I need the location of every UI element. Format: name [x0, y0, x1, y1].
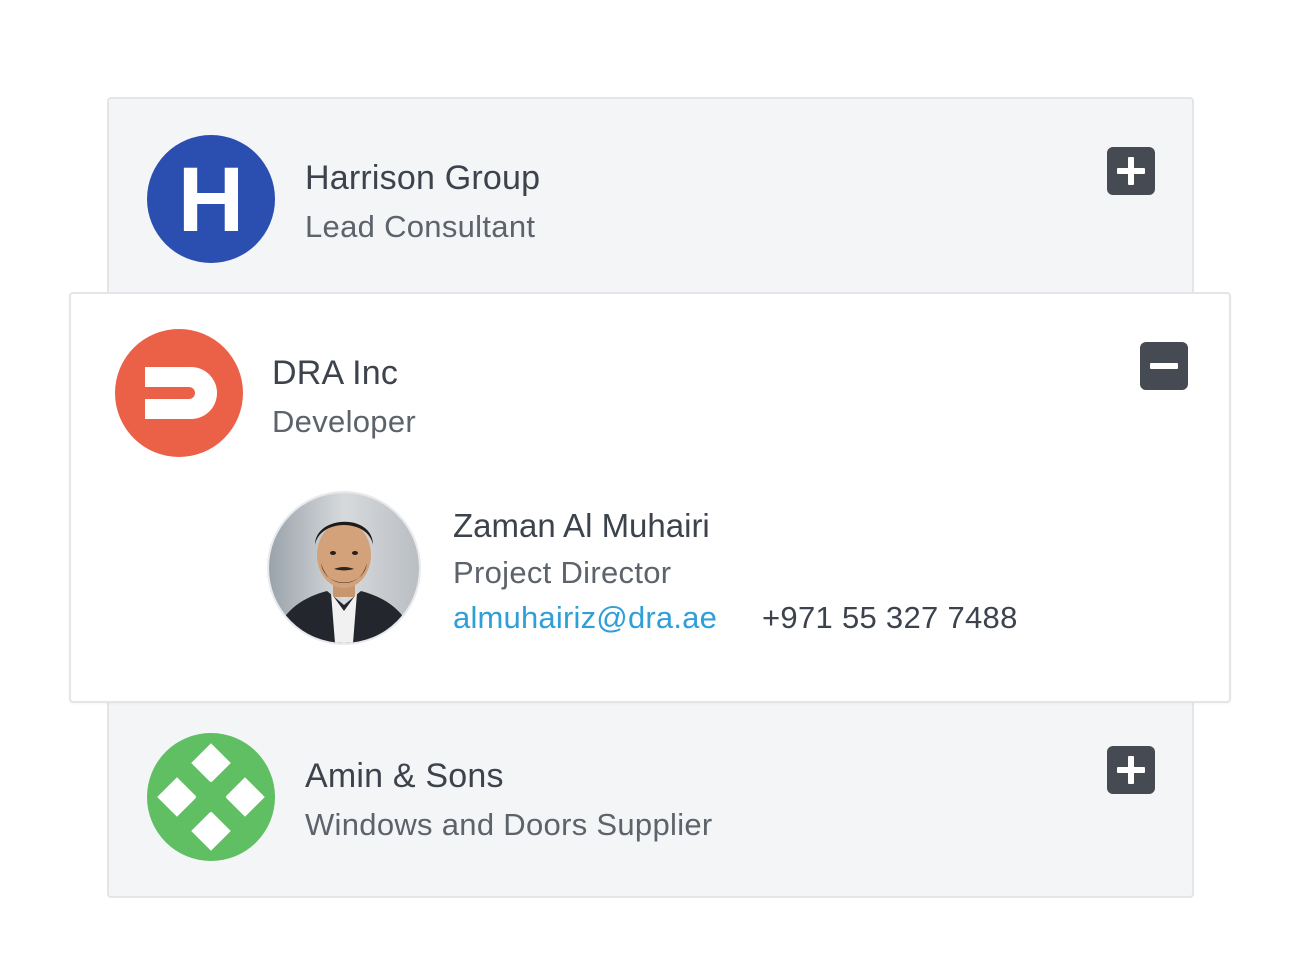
dra-d-logo-icon: [115, 329, 243, 457]
person-avatar-icon: [269, 493, 419, 643]
minus-icon: [1150, 363, 1178, 369]
harrison-h-logo-icon: H: [147, 135, 275, 263]
contact-email-link[interactable]: almuhairiz@dra.ae: [453, 600, 717, 636]
expand-button[interactable]: [1107, 746, 1155, 794]
amin-diamond-logo-icon: [147, 733, 275, 861]
company-role: Lead Consultant: [305, 209, 536, 244]
company-name: DRA Inc: [272, 354, 399, 392]
company-contacts-list: H Harrison Group Lead Consultant DRA Inc…: [0, 0, 1300, 975]
collapse-button[interactable]: [1140, 342, 1188, 390]
company-name: Harrison Group: [305, 159, 541, 197]
expand-button[interactable]: [1107, 147, 1155, 195]
plus-icon: [1117, 756, 1145, 784]
contact-avatar: [269, 493, 419, 643]
harrison-logo-letter: H: [178, 149, 244, 251]
contact-name: Zaman Al Muhairi: [453, 507, 710, 544]
company-card-harrison-group[interactable]: H Harrison Group Lead Consultant: [107, 97, 1194, 307]
plus-icon: [1117, 157, 1145, 185]
company-role: Developer: [272, 404, 417, 439]
company-name: Amin & Sons: [305, 757, 504, 795]
company-role: Windows and Doors Supplier: [305, 807, 713, 842]
contact-title: Project Director: [453, 555, 672, 590]
company-card-dra-inc[interactable]: DRA Inc Developer Zaman Al Muhairi Proje…: [69, 292, 1231, 703]
company-card-amin-and-sons[interactable]: Amin & Sons Windows and Doors Supplier: [107, 690, 1194, 898]
contact-phone[interactable]: +971 55 327 7488: [762, 600, 1018, 636]
